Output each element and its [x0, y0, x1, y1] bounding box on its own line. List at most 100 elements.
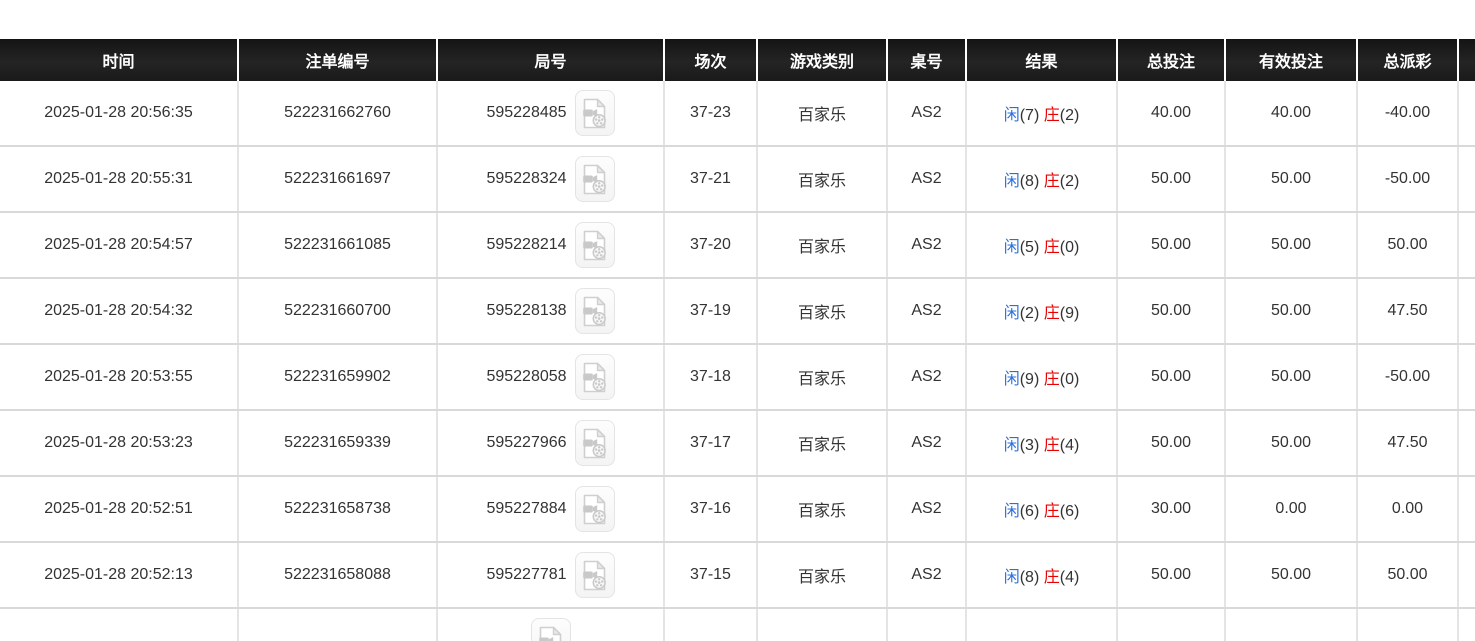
result-player-label: 闲: [1004, 569, 1020, 586]
video-replay-button[interactable]: [575, 420, 615, 466]
result-banker-label: 庄: [1044, 173, 1060, 190]
result-banker-label: 庄: [1044, 503, 1060, 520]
cell-round-id: 595227781: [437, 542, 664, 608]
cell-payout: [1357, 608, 1458, 641]
cell-extra: [1458, 542, 1475, 608]
cell-game-type: 百家乐: [757, 81, 887, 146]
result-banker-score: (0): [1060, 371, 1080, 388]
round-id-group: 595227884: [486, 486, 614, 532]
cell-session: [664, 608, 757, 641]
result-player-score: (9): [1020, 371, 1044, 388]
video-replay-button[interactable]: [575, 354, 615, 400]
cell-round-id: 595228485: [437, 81, 664, 146]
video-replay-button[interactable]: [575, 90, 615, 136]
column-header-session: 场次: [664, 39, 757, 81]
bet-history-page: 时间注单编号局号场次游戏类别桌号结果总投注有效投注总派彩 2025-01-28 …: [0, 0, 1475, 641]
result-player-label: 闲: [1004, 239, 1020, 256]
cell-session: 37-18: [664, 344, 757, 410]
cell-game-type: 百家乐: [757, 410, 887, 476]
cell-result: 闲(6) 庄(6): [966, 476, 1117, 542]
result-banker-label: 庄: [1044, 371, 1060, 388]
cell-result: 闲(5) 庄(0): [966, 212, 1117, 278]
column-header-total_bet: 总投注: [1117, 39, 1225, 81]
cell-table-no: AS2: [887, 81, 966, 146]
round-id-group: 595228138: [486, 288, 614, 334]
result-player-label: 闲: [1004, 173, 1020, 190]
column-header-table_no: 桌号: [887, 39, 966, 81]
result-player-label: 闲: [1004, 437, 1020, 454]
cell-valid-bet: [1225, 608, 1357, 641]
cell-extra: [1458, 410, 1475, 476]
bet-history-table: 时间注单编号局号场次游戏类别桌号结果总投注有效投注总派彩 2025-01-28 …: [0, 39, 1475, 641]
video-replay-button[interactable]: [531, 618, 571, 641]
result-banker-score: (6): [1060, 503, 1080, 520]
cell-round-id: [437, 608, 664, 641]
column-header-time: 时间: [0, 39, 238, 81]
cell-time: 2025-01-28 20:52:13: [0, 542, 238, 608]
cell-payout: 0.00: [1357, 476, 1458, 542]
cell-bet-id: 522231661085: [238, 212, 437, 278]
result-banker-label: 庄: [1044, 569, 1060, 586]
table-head: 时间注单编号局号场次游戏类别桌号结果总投注有效投注总派彩: [0, 39, 1475, 81]
cell-bet-id: 522231659902: [238, 344, 437, 410]
cell-valid-bet: 50.00: [1225, 542, 1357, 608]
cell-round-id: 595227966: [437, 410, 664, 476]
cell-game-type: [757, 608, 887, 641]
cell-payout: -50.00: [1357, 344, 1458, 410]
column-header-extra: [1458, 39, 1475, 81]
result-player-score: (2): [1020, 305, 1044, 322]
round-id-group: 595227781: [486, 552, 614, 598]
result-banker-label: 庄: [1044, 305, 1060, 322]
cell-table-no: AS2: [887, 410, 966, 476]
video-replay-button[interactable]: [575, 222, 615, 268]
cell-payout: -50.00: [1357, 146, 1458, 212]
result-banker-label: 庄: [1044, 239, 1060, 256]
table-header-row: 时间注单编号局号场次游戏类别桌号结果总投注有效投注总派彩: [0, 39, 1475, 81]
cell-valid-bet: 50.00: [1225, 146, 1357, 212]
cell-extra: [1458, 476, 1475, 542]
cell-session: 37-20: [664, 212, 757, 278]
cell-extra: [1458, 344, 1475, 410]
video-replay-button[interactable]: [575, 552, 615, 598]
cell-time: 2025-01-28 20:52:51: [0, 476, 238, 542]
column-header-bet_id: 注单编号: [238, 39, 437, 81]
column-header-valid_bet: 有效投注: [1225, 39, 1357, 81]
video-file-icon: [582, 230, 607, 261]
table-row: 2025-01-28 20:53:55522231659902595228058…: [0, 344, 1475, 410]
cell-game-type: 百家乐: [757, 344, 887, 410]
round-id-text: 595228138: [486, 302, 566, 320]
cell-bet-id: 522231658738: [238, 476, 437, 542]
round-id-group: 595228214: [486, 222, 614, 268]
round-id-group: 595227966: [486, 420, 614, 466]
cell-round-id: 595228324: [437, 146, 664, 212]
video-file-icon: [582, 494, 607, 525]
video-replay-button[interactable]: [575, 156, 615, 202]
result-player-label: 闲: [1004, 107, 1020, 124]
cell-result: 闲(8) 庄(4): [966, 542, 1117, 608]
cell-extra: [1458, 146, 1475, 212]
column-header-payout: 总派彩: [1357, 39, 1458, 81]
video-file-icon: [582, 296, 607, 327]
video-replay-button[interactable]: [575, 486, 615, 532]
cell-extra: [1458, 81, 1475, 146]
result-player-score: (7): [1020, 107, 1044, 124]
cell-valid-bet: 50.00: [1225, 410, 1357, 476]
round-id-text: 595228324: [486, 170, 566, 188]
cell-result: 闲(2) 庄(9): [966, 278, 1117, 344]
column-header-round: 局号: [437, 39, 664, 81]
video-replay-button[interactable]: [575, 288, 615, 334]
result-player-label: 闲: [1004, 305, 1020, 322]
cell-total-bet: [1117, 608, 1225, 641]
round-id-group: 595228485: [486, 90, 614, 136]
cell-game-type: 百家乐: [757, 542, 887, 608]
cell-session: 37-19: [664, 278, 757, 344]
cell-result: [966, 608, 1117, 641]
cell-total-bet: 40.00: [1117, 81, 1225, 146]
result-player-label: 闲: [1004, 503, 1020, 520]
cell-session: 37-15: [664, 542, 757, 608]
table-row: 2025-01-28 20:53:23522231659339595227966…: [0, 410, 1475, 476]
result-player-label: 闲: [1004, 371, 1020, 388]
cell-valid-bet: 0.00: [1225, 476, 1357, 542]
cell-bet-id: 522231658088: [238, 542, 437, 608]
cell-time: 2025-01-28 20:56:35: [0, 81, 238, 146]
